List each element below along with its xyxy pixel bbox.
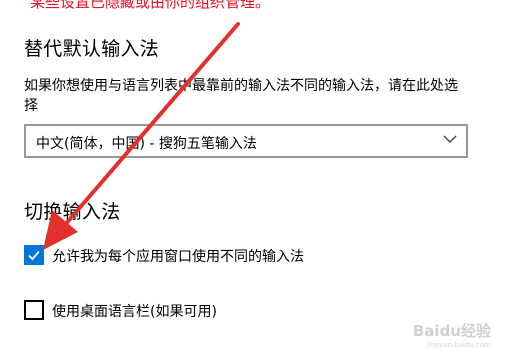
input-method-dropdown[interactable]: 中文(简体，中国) - 搜狗五笔输入法 (24, 124, 468, 158)
desktop-language-bar-label[interactable]: 使用桌面语言栏(如果可用) (52, 301, 217, 321)
switch-input-method-heading: 切换输入法 (24, 201, 121, 223)
desktop-language-bar-checkbox[interactable] (24, 300, 44, 320)
baidu-watermark: Baidu经验 (412, 322, 491, 340)
checkmark-icon (28, 250, 40, 261)
per-app-input-method-checkbox[interactable] (24, 245, 44, 265)
per-app-input-method-label[interactable]: 允许我为每个应用窗口使用不同的输入法 (52, 246, 304, 266)
override-input-method-heading: 替代默认输入法 (24, 38, 160, 60)
dropdown-selected-value: 中文(简体，中国) - 搜狗五笔输入法 (36, 136, 257, 152)
override-input-method-description: 如果你想使用与语言列表中最靠前的输入法不同的输入法，请在此处选择 (24, 78, 458, 114)
managed-settings-notice: 某些设置已隐藏或由你的组织管理。 (30, 0, 271, 11)
chevron-down-icon (443, 135, 457, 143)
baidu-watermark-url: jingyan.baidu.com (426, 341, 491, 349)
